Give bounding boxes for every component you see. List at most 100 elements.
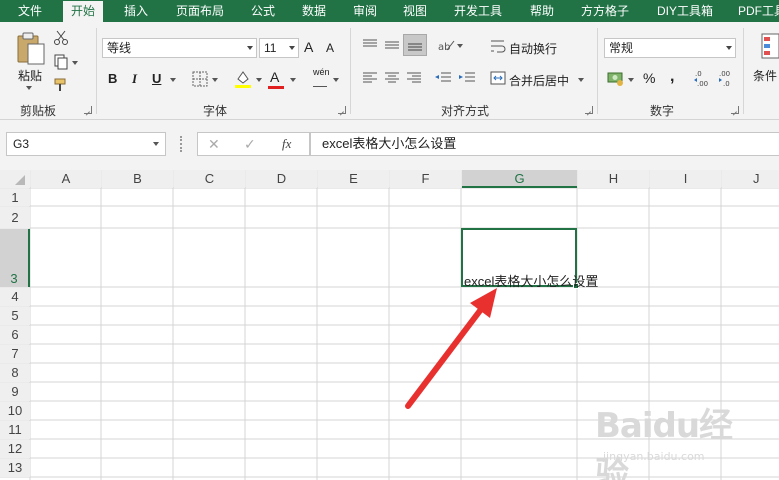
number-format-value: 常规 bbox=[609, 41, 634, 55]
align-center-icon[interactable] bbox=[384, 71, 400, 85]
enter-icon[interactable]: ✓ bbox=[244, 136, 256, 153]
orientation-icon[interactable]: ab bbox=[437, 38, 455, 52]
merge-center-button[interactable]: 合并后居中 bbox=[509, 72, 569, 89]
tab-file[interactable]: 文件 bbox=[18, 0, 42, 22]
phonetic-guide-button[interactable]: wén bbox=[313, 67, 330, 77]
number-format-combo[interactable]: 常规 bbox=[604, 38, 736, 58]
bold-button[interactable]: B bbox=[108, 71, 117, 86]
svg-text:.0: .0 bbox=[723, 80, 730, 88]
tab-formulas[interactable]: 公式 bbox=[251, 0, 275, 22]
tab-diy-toolbox[interactable]: DIY工具箱 bbox=[657, 0, 713, 22]
align-top-icon[interactable] bbox=[362, 38, 378, 52]
group-separator bbox=[350, 28, 351, 114]
align-left-icon[interactable] bbox=[362, 71, 378, 85]
align-bottom-icon bbox=[408, 43, 422, 51]
formula-content: excel表格大小怎么设置 bbox=[322, 136, 457, 151]
tab-view[interactable]: 视图 bbox=[403, 0, 427, 22]
chevron-down-icon[interactable] bbox=[289, 46, 295, 50]
svg-text:.0: .0 bbox=[695, 70, 702, 78]
phonetic-icon bbox=[313, 78, 327, 87]
tab-page-layout[interactable]: 页面布局 bbox=[176, 0, 224, 22]
tab-insert[interactable]: 插入 bbox=[124, 0, 148, 22]
shrink-font-button[interactable]: A bbox=[326, 41, 334, 55]
font-color-dropdown-icon[interactable] bbox=[290, 78, 296, 82]
worksheet-grid[interactable]: A B C D E F G H I J 1 2 3 4 5 6 7 8 9 10… bbox=[0, 170, 779, 480]
svg-text:.00: .00 bbox=[697, 80, 708, 88]
merge-dropdown-icon[interactable] bbox=[578, 78, 584, 82]
alignment-group-label: 对齐方式 bbox=[441, 104, 490, 118]
paste-icon[interactable] bbox=[16, 30, 46, 66]
group-separator bbox=[597, 28, 598, 114]
clipboard-launcher-icon[interactable] bbox=[84, 106, 92, 114]
format-painter-icon[interactable] bbox=[53, 77, 69, 93]
increase-decimal-icon[interactable]: .0.00 bbox=[693, 68, 711, 88]
conditional-formatting-icon[interactable] bbox=[758, 32, 779, 62]
svg-text:ab: ab bbox=[438, 42, 450, 52]
number-group-label: 数字 bbox=[650, 104, 675, 118]
increase-indent-icon[interactable] bbox=[458, 71, 476, 85]
font-launcher-icon[interactable] bbox=[338, 106, 346, 114]
cut-icon[interactable] bbox=[53, 30, 69, 46]
align-right-icon[interactable] bbox=[406, 71, 422, 85]
conditional-formatting-label[interactable]: 条件 bbox=[753, 67, 777, 84]
font-name-combo[interactable]: 等线 bbox=[102, 38, 257, 58]
tab-review[interactable]: 审阅 bbox=[353, 0, 377, 22]
name-box[interactable]: G3 bbox=[6, 132, 166, 156]
merge-center-icon[interactable] bbox=[490, 70, 506, 86]
align-middle-icon[interactable] bbox=[384, 38, 400, 52]
chevron-down-icon[interactable] bbox=[153, 142, 159, 146]
wrap-text-button[interactable]: 自动换行 bbox=[509, 40, 557, 57]
tab-pdf-tools[interactable]: PDF工具 bbox=[738, 0, 779, 22]
formula-bar-splitter[interactable] bbox=[180, 136, 182, 152]
arrow-shaft bbox=[405, 305, 485, 409]
fill-color-icon[interactable] bbox=[234, 69, 252, 89]
orientation-dropdown-icon[interactable] bbox=[457, 44, 463, 48]
ribbon: 粘贴 剪贴板 等线 11 A A B I U A wén 字体 ab 自动换行 … bbox=[0, 22, 779, 120]
font-size-combo[interactable]: 11 bbox=[259, 38, 299, 58]
copy-icon[interactable] bbox=[53, 54, 69, 70]
number-launcher-icon[interactable] bbox=[731, 106, 739, 114]
tab-data[interactable]: 数据 bbox=[302, 0, 326, 22]
font-name-value: 等线 bbox=[107, 41, 132, 55]
tab-help[interactable]: 帮助 bbox=[530, 0, 554, 22]
group-separator bbox=[743, 28, 744, 114]
tab-home[interactable]: 开始 bbox=[63, 1, 104, 22]
decrease-decimal-icon[interactable]: .00.0 bbox=[717, 68, 735, 88]
borders-dropdown-icon[interactable] bbox=[212, 78, 218, 82]
annotation-arrow bbox=[405, 288, 497, 409]
phonetic-dropdown-icon[interactable] bbox=[333, 78, 339, 82]
paste-label[interactable]: 粘贴 bbox=[18, 67, 42, 84]
font-size-value: 11 bbox=[264, 41, 277, 55]
accounting-dropdown-icon[interactable] bbox=[628, 78, 634, 82]
font-color-button[interactable]: A bbox=[270, 69, 279, 85]
tab-developer[interactable]: 开发工具 bbox=[454, 0, 502, 22]
tab-fangfanggezi[interactable]: 方方格子 bbox=[581, 0, 629, 22]
borders-icon[interactable] bbox=[192, 71, 208, 87]
wrap-text-icon[interactable] bbox=[490, 38, 506, 54]
font-group-label: 字体 bbox=[203, 104, 228, 118]
svg-text:.00: .00 bbox=[719, 70, 730, 78]
underline-dropdown-icon[interactable] bbox=[170, 78, 176, 82]
fill-color-dropdown-icon[interactable] bbox=[256, 78, 262, 82]
formula-input[interactable]: excel表格大小怎么设置 bbox=[310, 132, 779, 156]
formula-buttons: ✕ ✓ fx bbox=[197, 132, 310, 156]
clipboard-group-label: 剪贴板 bbox=[20, 104, 57, 118]
chevron-down-icon[interactable] bbox=[726, 46, 732, 50]
group-separator bbox=[96, 28, 97, 114]
italic-button[interactable]: I bbox=[132, 71, 137, 87]
chevron-down-icon[interactable] bbox=[247, 46, 253, 50]
comma-style-button[interactable]: , bbox=[670, 68, 674, 86]
decrease-indent-icon[interactable] bbox=[434, 71, 452, 85]
grow-font-button[interactable]: A bbox=[304, 39, 313, 55]
accounting-format-icon[interactable] bbox=[607, 70, 625, 86]
align-bottom-button[interactable] bbox=[403, 34, 427, 56]
copy-dropdown-icon[interactable] bbox=[72, 61, 78, 65]
paste-dropdown-icon[interactable] bbox=[26, 86, 32, 90]
insert-function-icon[interactable]: fx bbox=[282, 136, 291, 152]
underline-button[interactable]: U bbox=[152, 71, 161, 86]
font-color-swatch bbox=[268, 86, 284, 89]
formula-bar: G3 ✕ ✓ fx excel表格大小怎么设置 bbox=[0, 120, 779, 170]
alignment-launcher-icon[interactable] bbox=[585, 106, 593, 114]
percent-style-button[interactable]: % bbox=[643, 70, 655, 86]
cancel-icon[interactable]: ✕ bbox=[208, 136, 220, 153]
